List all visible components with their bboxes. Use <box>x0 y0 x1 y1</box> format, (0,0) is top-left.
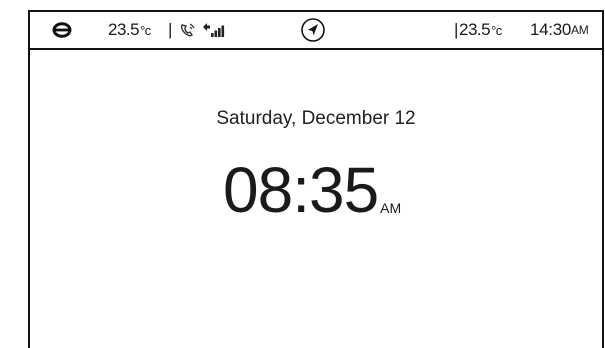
outside-temperature: 23.5 °c <box>108 12 151 48</box>
phone-icon[interactable] <box>179 12 197 48</box>
cabin-temperature-value: 23.5 <box>459 20 491 39</box>
status-separator-left: | <box>168 20 173 39</box>
status-clock-meridiem: AM <box>571 23 589 37</box>
main-clock-meridiem: AM <box>380 200 402 216</box>
navigation-arrow-icon[interactable] <box>300 12 326 48</box>
signal-strength-icon <box>202 12 226 48</box>
cabin-temperature: 23.5 °c <box>459 12 502 48</box>
outside-temperature-value: 23.5 <box>108 20 140 39</box>
current-date: Saturday, December 12 <box>216 108 416 129</box>
outside-temperature-unit: °c <box>140 22 151 38</box>
main-clock-time: 08:35 <box>223 154 379 226</box>
status-bar: 23.5 °c | | 23.5 °c 14:30 AM <box>30 12 602 50</box>
status-separator-right: | <box>454 20 459 39</box>
cabin-temperature-unit: °c <box>491 22 502 38</box>
logo-icon[interactable] <box>52 12 72 48</box>
main-clock: 08:35 AM <box>223 158 401 222</box>
status-clock[interactable]: 14:30 AM <box>530 12 589 48</box>
status-clock-time: 14:30 <box>530 20 572 39</box>
display-screen: 23.5 °c | | 23.5 °c 14:30 AM Saturday, D… <box>28 10 604 348</box>
